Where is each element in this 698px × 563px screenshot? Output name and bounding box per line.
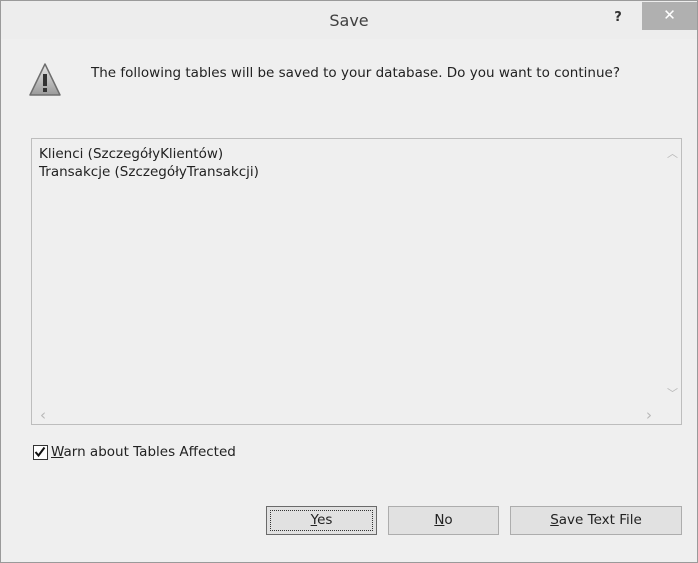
confirmation-message: The following tables will be saved to yo… bbox=[91, 65, 620, 81]
close-button[interactable]: ✕ bbox=[642, 2, 697, 30]
list-item[interactable]: Klienci (SzczegółyKlientów) bbox=[39, 145, 259, 163]
scroll-up-icon[interactable]: ︿ bbox=[667, 145, 678, 161]
list-item[interactable]: Transakcje (SzczegółyTransakcji) bbox=[39, 163, 259, 181]
scroll-down-icon[interactable]: ﹀ bbox=[667, 385, 678, 401]
yes-button[interactable]: Yes bbox=[266, 506, 377, 535]
tables-listbox[interactable]: Klienci (SzczegółyKlientów) Transakcje (… bbox=[31, 138, 682, 425]
close-icon: ✕ bbox=[663, 6, 676, 24]
no-button[interactable]: No bbox=[388, 506, 499, 535]
help-button[interactable]: ? bbox=[601, 3, 635, 35]
warn-checkbox[interactable] bbox=[33, 445, 48, 460]
warning-icon bbox=[29, 63, 61, 96]
save-dialog: Save ? ✕ The following tables will be sa… bbox=[0, 0, 698, 563]
warn-checkbox-label[interactable]: Warn about Tables Affected bbox=[51, 444, 236, 460]
horizontal-scrollbar[interactable]: ‹ › bbox=[32, 405, 663, 424]
checkmark-icon bbox=[34, 446, 46, 458]
scrollbar-corner bbox=[663, 405, 681, 424]
dialog-title: Save bbox=[329, 11, 369, 30]
save-text-file-button[interactable]: Save Text File bbox=[510, 506, 682, 535]
vertical-scrollbar[interactable]: ︿ ﹀ bbox=[663, 139, 681, 405]
scroll-left-icon[interactable]: ‹ bbox=[40, 406, 46, 424]
title-bar[interactable]: Save ? ✕ bbox=[1, 1, 697, 39]
scroll-right-icon[interactable]: › bbox=[646, 406, 652, 424]
